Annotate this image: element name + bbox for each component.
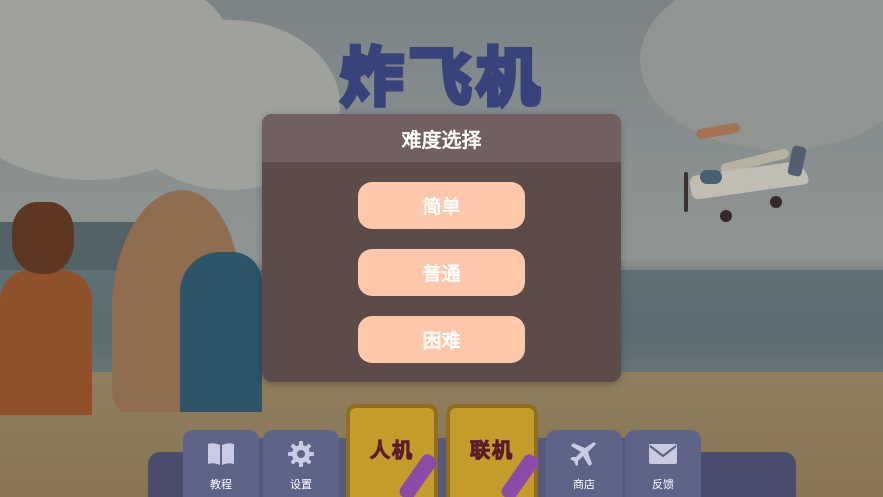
settings-button[interactable]: 设置 [263,430,339,497]
gear-icon [286,440,316,468]
vs-ai-label: 人机 [370,438,414,463]
difficulty-dialog: 难度选择 简单 普通 困难 [262,114,621,382]
vs-ai-button[interactable]: 人机 [346,404,438,497]
normal-button[interactable]: 普通 [358,249,525,296]
shop-button[interactable]: 商店 [546,430,622,497]
dialog-title: 难度选择 [262,114,621,162]
airplane-icon [569,440,599,468]
game-screen: 炸飞机 难度选择 简单 普通 困难 教程 设置 人机 联机 商店 反馈 [0,0,883,497]
shop-label: 商店 [573,478,595,491]
settings-label: 设置 [290,478,312,491]
book-icon [206,440,236,468]
hard-button[interactable]: 困难 [358,316,525,363]
tutorial-label: 教程 [210,478,232,491]
feedback-label: 反馈 [652,478,674,491]
feedback-button[interactable]: 反馈 [625,430,701,497]
online-label: 联机 [470,438,514,463]
easy-button[interactable]: 简单 [358,182,525,229]
envelope-icon [648,440,678,468]
tutorial-button[interactable]: 教程 [183,430,259,497]
